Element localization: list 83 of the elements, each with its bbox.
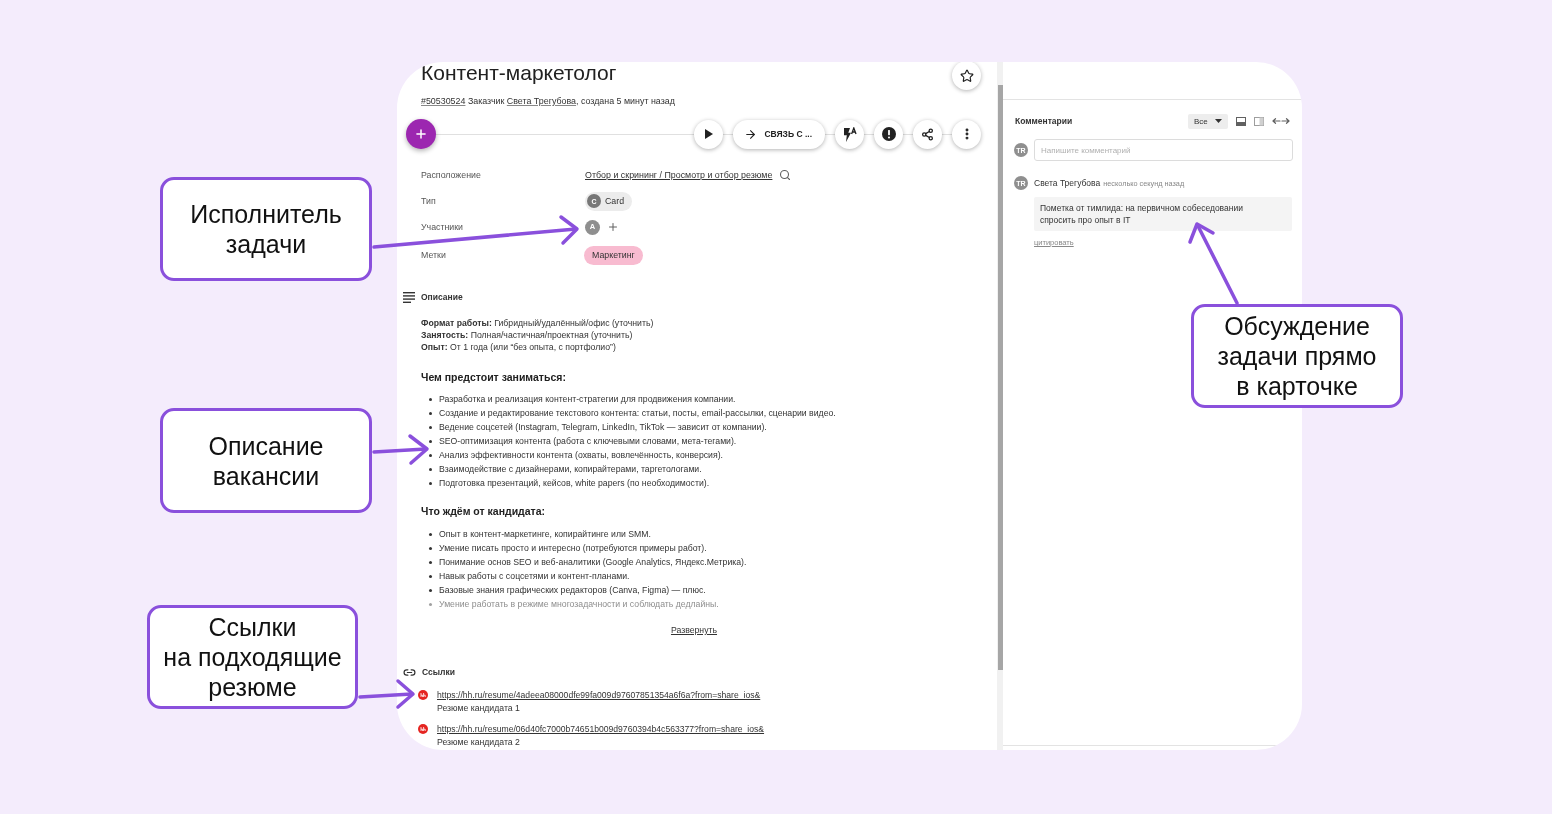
- list-item-text: SEO-оптимизация контента (работа с ключевыми словами, мета-тегами).: [439, 436, 737, 446]
- list-item-text: Ведение соцсетей (Instagram, Telegram, LinkedIn, TikTok — зависит от компании).: [439, 422, 767, 432]
- search-icon[interactable]: [779, 169, 792, 181]
- bullet-icon: [429, 574, 432, 578]
- callout-box: Описание вакансии: [160, 408, 372, 513]
- list-item-text: Опыт в контент-маркетинге, копирайтинге или SMM.: [439, 529, 651, 539]
- list-item-text: Понимание основ SEO и веб-аналитики (Google Analytics, Яндекс.Метрика).: [439, 557, 747, 567]
- plus-icon: [414, 127, 428, 141]
- list-item-text: Подготовка презентаций, кейсов, white papers (по необходимости).: [439, 478, 710, 488]
- list-item-text: Создание и редактирование текстового контента: статьи, посты, email-рассылки, сценарии видео.: [439, 408, 836, 418]
- scrollbar-thumb[interactable]: [998, 85, 1003, 670]
- bullet-icon: [429, 453, 432, 457]
- caret-icon: [1215, 119, 1222, 123]
- bullet-icon: [429, 602, 432, 606]
- list-item-text: Навык работы с соцсетями и контент-планами.: [439, 571, 630, 581]
- bullet-icon: [429, 425, 432, 429]
- comment-text: Пометка от тимлида: на первичном собеседовании спросить про опыт в IT: [1034, 197, 1292, 231]
- bullet-icon: [429, 397, 432, 401]
- property-label: Расположение: [421, 170, 482, 180]
- description-line: Формат работы: Гибридный/удалённый/офис (уточнить): [421, 317, 655, 329]
- description-line: Опыт: От 1 года (или “без опыта, с портфолио”): [421, 341, 617, 353]
- property-label: Тип: [421, 196, 437, 206]
- bullet-icon: [429, 411, 432, 415]
- description-line: Занятость: Полная/частичная/проектная (уточнить): [421, 329, 634, 341]
- share-button[interactable]: [913, 119, 942, 149]
- type-label: Card: [605, 196, 625, 206]
- bullet-icon: [429, 560, 432, 564]
- lines-icon: [403, 291, 415, 303]
- alert-icon: [881, 127, 896, 141]
- callout-box: Ссылки на подходящие резюме: [147, 605, 358, 709]
- expand-link[interactable]: Развернуть: [670, 624, 718, 636]
- resume-link[interactable]: https://hh.ru/resume/4adeea08000dfe99fa009d97607851354a6f6a?from=share_ios&: [437, 688, 981, 702]
- task-meta: #50530524 Заказчик Света Трегубова, создана 5 минут назад: [420, 95, 676, 107]
- customer-link[interactable]: Света Трегубова: [506, 96, 576, 106]
- flash-auto-icon: [842, 126, 857, 142]
- star-icon: [959, 68, 974, 83]
- bullet-icon: [429, 467, 432, 471]
- add-button[interactable]: [406, 119, 436, 149]
- play-icon: [704, 129, 713, 139]
- list-item-text: Умение работать в режиме многозадачности и соблюдать дедлайны.: [439, 599, 719, 609]
- property-label: Метки: [421, 250, 447, 260]
- star-button[interactable]: [952, 62, 981, 90]
- property-label: Участники: [421, 222, 465, 232]
- callout-box: Обсуждение задачи прямо в карточке: [1191, 304, 1403, 408]
- site-logo-icon: [418, 724, 428, 734]
- section-title: Ссылки: [422, 667, 455, 677]
- section-title: Описание: [421, 292, 463, 302]
- list-item-text: Базовые знания графических редакторов (Canva, Figma) — плюс.: [439, 585, 706, 595]
- task-id-link[interactable]: #50530524: [421, 96, 466, 106]
- location-link[interactable]: Отбор и скрининг / Просмотр и отбор резюме: [585, 170, 773, 180]
- bullet-icon: [429, 588, 432, 592]
- comment-input[interactable]: Напишите комментарий: [1034, 139, 1293, 161]
- task-title: Контент-маркетолог: [420, 62, 617, 84]
- bullet-icon: [429, 532, 432, 536]
- list-item-text: Взаимодействие с дизайнерами, копирайтерами, таргетологами.: [439, 464, 702, 474]
- list-item-text: Анализ эффективности контента (охваты, вовлечённость, конверсия).: [439, 450, 723, 460]
- tag[interactable]: Маркетинг: [584, 245, 643, 265]
- bullet-icon: [429, 439, 432, 443]
- bullet-icon: [429, 481, 432, 485]
- site-logo-icon: [418, 690, 428, 700]
- resume-link[interactable]: https://hh.ru/resume/06d40fc7000b74651b009d9760394b4c563377?from=share_ios&: [437, 722, 981, 736]
- panel-bottom-icon[interactable]: [1236, 116, 1246, 126]
- move-button[interactable]: СВЯЗЬ С ...: [733, 119, 825, 149]
- play-button[interactable]: [694, 119, 724, 149]
- section-heading: Что ждём от кандидата:: [421, 504, 547, 518]
- share-icon: [921, 127, 934, 141]
- comment-author: Света Трегубова: [1034, 177, 1101, 189]
- list-item-text: Умение писать просто и интересно (потребуются примеры работ).: [439, 543, 707, 553]
- section-heading: Чем предстоит заниматься:: [421, 370, 567, 384]
- comments-title: Комментарии: [1015, 116, 1073, 126]
- link-caption: Резюме кандидата 1: [437, 702, 521, 714]
- link-caption: Резюме кандидата 2: [437, 736, 521, 748]
- arrows-horizontal-icon[interactable]: [1272, 118, 1290, 124]
- alert-button[interactable]: [874, 119, 903, 149]
- filter-select[interactable]: Все: [1188, 113, 1228, 129]
- flash-auto-button[interactable]: [835, 119, 864, 149]
- panel-right-icon[interactable]: [1254, 116, 1264, 126]
- list-item-text: Разработка и реализация контент-стратегии для продвижения компании.: [439, 394, 736, 404]
- arrow-right-icon: [744, 127, 758, 141]
- callout-box: Исполнитель задачи: [160, 177, 372, 281]
- plus-icon[interactable]: [607, 221, 619, 233]
- callout-arrow: [358, 679, 415, 709]
- bullet-icon: [429, 546, 432, 550]
